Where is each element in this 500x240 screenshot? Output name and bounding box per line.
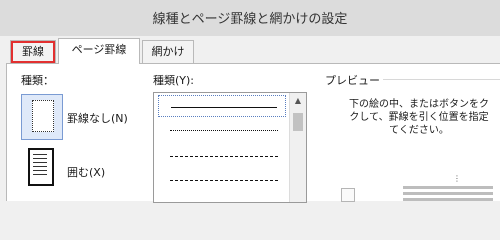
preview-sample-line xyxy=(403,198,493,201)
scroll-thumb[interactable] xyxy=(293,113,303,131)
preview-corner-mark: ⋮ xyxy=(453,174,461,183)
line-sample-dotted xyxy=(170,130,278,131)
tab-page-border[interactable]: ページ罫線 xyxy=(58,38,140,64)
preview-sample-line xyxy=(403,192,493,195)
line-style-dotted[interactable] xyxy=(158,119,286,141)
line-style-dash[interactable] xyxy=(158,169,286,191)
tab-borders[interactable]: 罫線 xyxy=(10,40,56,63)
preview-label: プレビュー xyxy=(325,74,380,87)
page-outline xyxy=(32,100,54,132)
box-border-icon[interactable] xyxy=(25,146,57,188)
line-sample-solid xyxy=(171,107,277,108)
preview-sample-line xyxy=(403,186,493,189)
style-label: 種類(Y): xyxy=(153,74,195,87)
line-style-dash-small[interactable] xyxy=(158,145,286,167)
setting-none-label[interactable]: 罫線なし(N) xyxy=(67,110,128,126)
line-style-solid[interactable] xyxy=(158,95,286,117)
setting-label: 種類： xyxy=(21,74,54,87)
preview-border-button[interactable] xyxy=(341,188,355,202)
title-bar: 線種とページ罫線と網かけの設定 xyxy=(0,0,500,37)
style-scrollbar[interactable]: ▲ xyxy=(289,93,306,202)
dialog-panel: 種類： 罫線なし(N) 囲む(X) 種類(Y): ▲ プレビュー 下の絵の中、ま… xyxy=(6,63,500,203)
line-sample-dash-small xyxy=(170,156,278,157)
preview-instruction: 下の絵の中、またはボタンをク クして、罫線を引く位置を指定 てください。 xyxy=(349,99,489,136)
page-lines xyxy=(33,154,47,178)
window-title: 線種とページ罫線と網かけの設定 xyxy=(152,12,348,27)
scroll-up-icon[interactable]: ▲ xyxy=(290,93,306,109)
no-border-icon[interactable] xyxy=(21,94,63,140)
tab-strip: 罫線 ページ罫線 網かけ xyxy=(0,36,500,64)
tab-shading[interactable]: 網かけ xyxy=(142,40,194,63)
preview-sample-text[interactable] xyxy=(403,186,493,202)
preview-divider xyxy=(383,79,500,80)
setting-box-label[interactable]: 囲む(X) xyxy=(67,164,105,180)
line-style-list[interactable]: ▲ xyxy=(153,92,307,203)
line-sample-dash xyxy=(170,180,278,181)
